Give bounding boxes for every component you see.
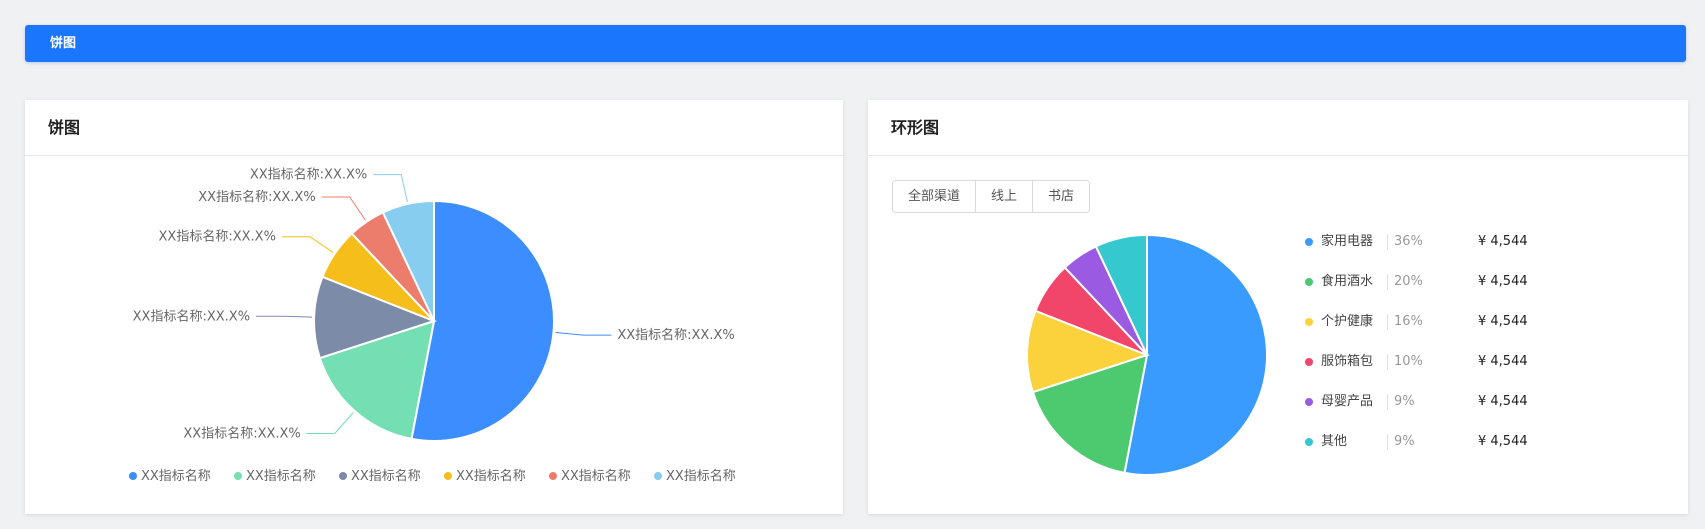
pie-label-line [306,412,354,435]
legend-dot [1305,358,1313,366]
pie-label-line [256,315,313,318]
legend-divider [1387,434,1388,450]
pie-data-label: XX指标名称:XX.X% [198,189,315,205]
legend-marker [444,472,452,480]
top-bar: 饼图 [25,25,1686,62]
pie-chart-card: 饼图 XX指标名称:XX.X% XX指标名称:XX.X% XX指标名称:XX.X% X… [25,100,843,514]
legend-percent: 10% [1394,354,1423,369]
legend-dot [1305,398,1313,406]
top-bar-title: 饼图 [50,36,77,51]
legend-row[interactable]: 其他 9% ¥ 4,544 [1305,432,1545,452]
legend-marker [654,472,662,480]
legend-divider [1387,394,1388,410]
pie-data-label: XX指标名称:XX.X% [183,426,300,442]
legend-dot [1305,278,1313,286]
pie-label-line [555,331,612,336]
legend-amount: ¥ 4,544 [1478,314,1528,329]
legend-label[interactable]: XX指标名称 [141,468,211,484]
legend-amount: ¥ 4,544 [1478,394,1528,409]
legend-percent: 9% [1394,434,1415,449]
legend-name: 服饰箱包 [1321,354,1374,369]
legend-percent: 20% [1394,274,1423,289]
legend-amount: ¥ 4,544 [1478,234,1528,249]
legend-amount: ¥ 4,544 [1478,274,1528,289]
donut-chart [1026,233,1268,476]
legend-dot [1305,438,1313,446]
legend-amount: ¥ 4,544 [1478,354,1528,369]
pie-chart: XX指标名称:XX.X% XX指标名称:XX.X% XX指标名称:XX.X% XX指标… [129,167,736,484]
legend-row[interactable]: 食用酒水 20% ¥ 4,544 [1305,272,1545,292]
pie-label-line [321,196,366,221]
legend-percent: 16% [1394,314,1423,329]
legend-label[interactable]: XX指标名称 [561,468,631,484]
legend-dot [1305,238,1313,246]
legend-name: 食用酒水 [1321,274,1374,289]
pie-data-label: XX指标名称:XX.X% [617,327,734,343]
legend-dot [1305,318,1313,326]
legend-label[interactable]: XX指标名称 [456,468,526,484]
legend-amount: ¥ 4,544 [1478,434,1528,449]
legend-name: 家用电器 [1321,234,1374,249]
legend-divider [1387,234,1388,250]
legend-name: 其他 [1321,434,1348,449]
legend-percent: 9% [1394,394,1415,409]
legend-label[interactable]: XX指标名称 [666,468,736,484]
pie-data-label: XX指标名称:XX.X% [159,229,276,245]
legend-marker [234,472,242,480]
pie-data-label: XX指标名称:XX.X% [250,167,367,183]
pie-label-line [281,236,334,253]
legend-divider [1387,274,1388,290]
pie-data-label: XX指标名称:XX.X% [133,308,250,324]
pie-label-line [373,174,408,203]
legend-divider [1387,314,1388,330]
legend-row[interactable]: 家用电器 36% ¥ 4,544 [1305,232,1545,252]
legend-name: 个护健康 [1321,314,1374,329]
legend-name: 母婴产品 [1321,394,1374,409]
legend-label[interactable]: XX指标名称 [246,468,316,484]
legend-divider [1387,354,1388,370]
legend-marker [339,472,347,480]
legend-label[interactable]: XX指标名称 [351,468,421,484]
donut-chart-card: 环形图 全部渠道 线上 书店 家用电器 36% ¥ 4,544 食用酒水 20% ¥ 4,… [868,100,1688,514]
legend-row[interactable]: 母婴产品 9% ¥ 4,544 [1305,392,1545,412]
legend-percent: 36% [1394,234,1423,249]
legend-marker [549,472,557,480]
legend-marker [129,472,137,480]
legend-row[interactable]: 个护健康 16% ¥ 4,544 [1305,312,1545,332]
legend-row[interactable]: 服饰箱包 10% ¥ 4,544 [1305,352,1545,372]
